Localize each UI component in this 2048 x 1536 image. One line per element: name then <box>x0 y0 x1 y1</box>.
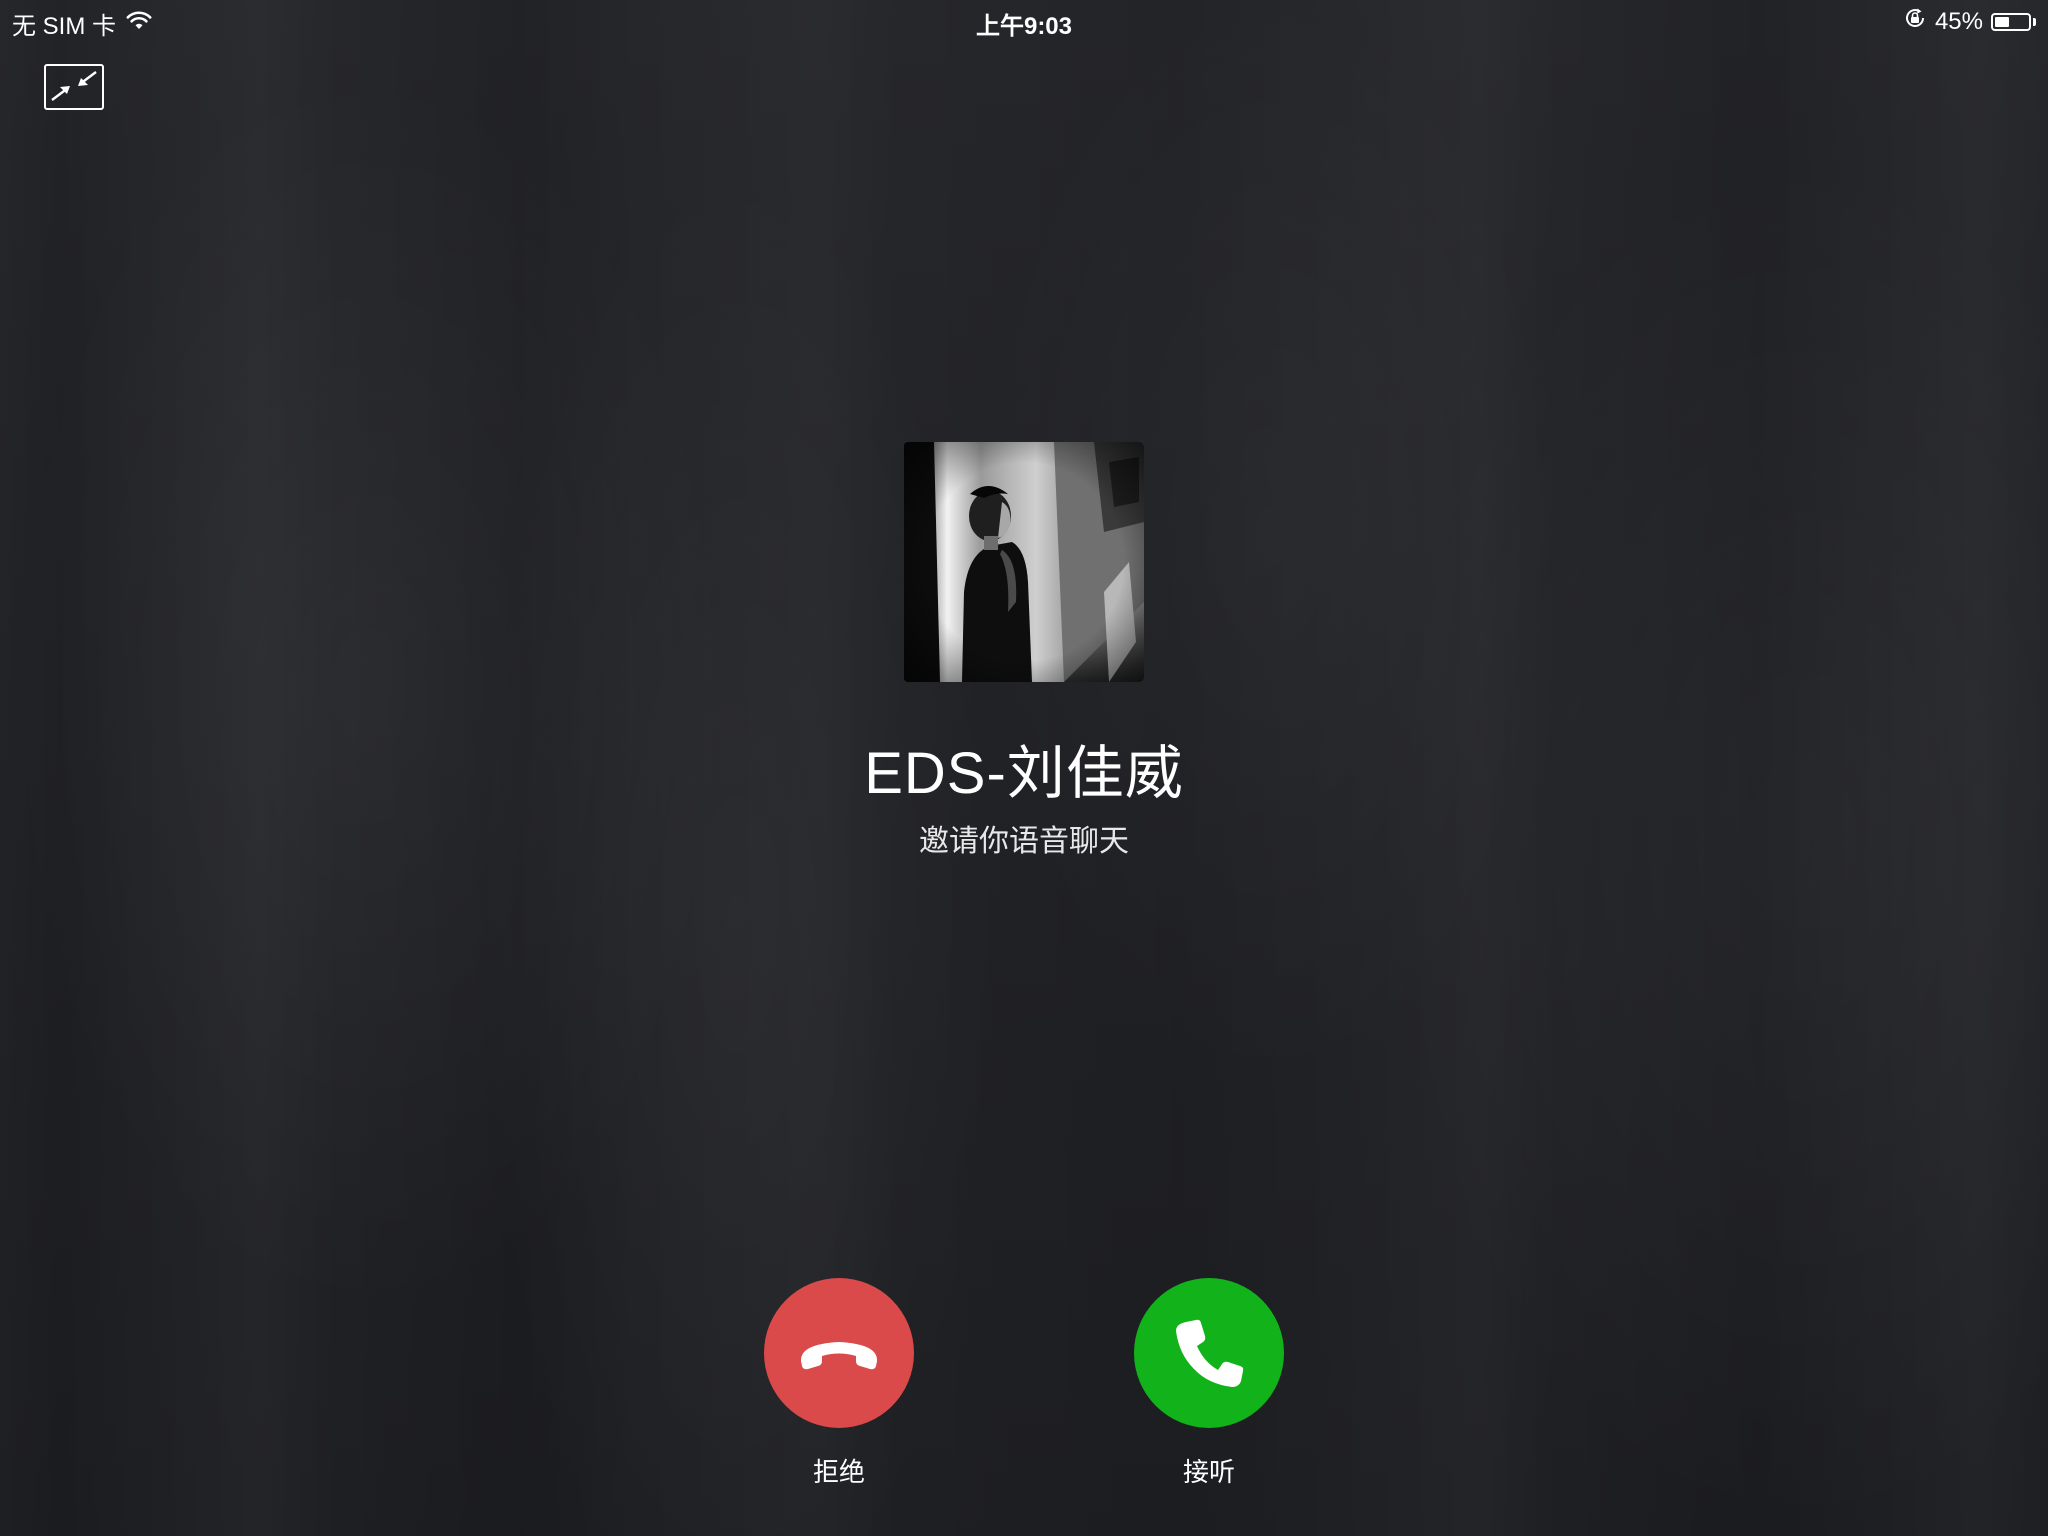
caller-avatar <box>904 442 1144 682</box>
decline-label: 拒绝 <box>812 1457 865 1487</box>
status-bar: 无 SIM 卡 上午9:03 45% <box>0 0 2048 40</box>
minimize-button[interactable] <box>44 64 104 110</box>
caller-name: EDS-刘佳威 <box>864 741 1184 806</box>
call-status-text: 邀请你语音聊天 <box>919 825 1129 858</box>
battery-icon <box>1991 12 2031 31</box>
status-time: 上午9:03 <box>975 13 1073 40</box>
accept-button[interactable] <box>1134 1278 1284 1428</box>
battery-level <box>1995 16 2009 27</box>
battery-nub <box>2033 17 2036 26</box>
status-right: 45% <box>1903 6 2036 37</box>
rotation-lock-icon <box>1903 6 1927 37</box>
battery-percent: 45% <box>1934 7 1983 35</box>
decline-button[interactable] <box>764 1278 914 1428</box>
accept-label: 接听 <box>1182 1457 1235 1487</box>
